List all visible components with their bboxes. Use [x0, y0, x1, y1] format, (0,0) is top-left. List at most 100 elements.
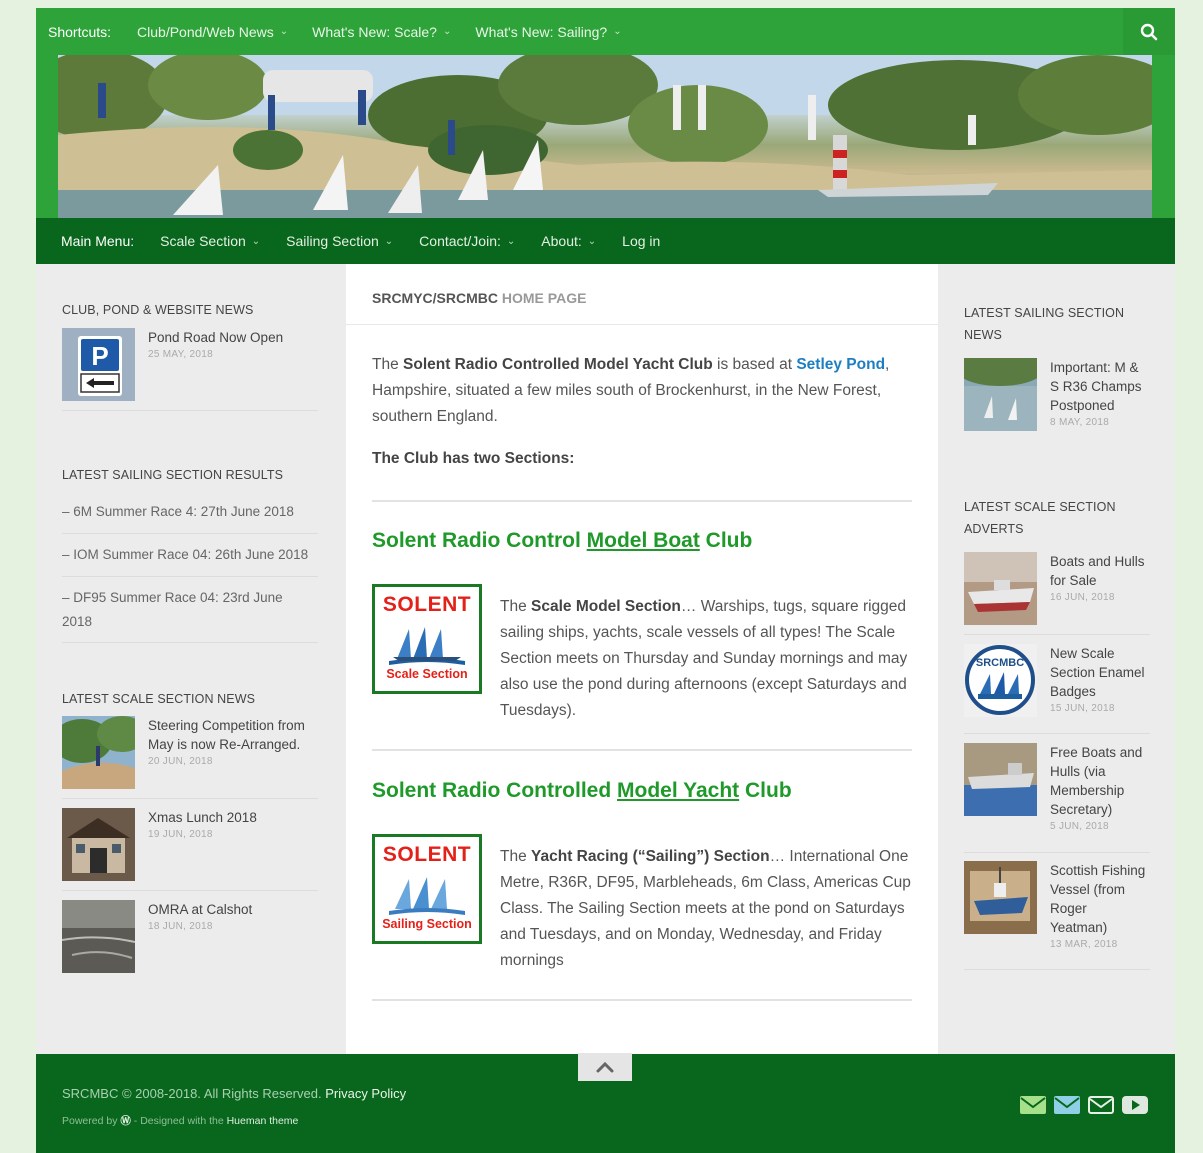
svg-text:P: P	[91, 341, 108, 371]
svg-text:SRCMBC: SRCMBC	[976, 657, 1024, 669]
chevron-down-icon: ⌄	[506, 235, 516, 247]
shortcut-whats-new-scale[interactable]: What's New: Scale? ⌄	[312, 24, 451, 40]
post-title-cont[interactable]: S R36 Champs	[1050, 377, 1142, 396]
list-item[interactable]: – DF95 Summer Race 04: 23rd June 2018	[62, 586, 283, 634]
club-name: Solent Radio Controlled Model Yacht Club	[403, 356, 713, 373]
result-link[interactable]: – 6M Summer Race 4: 27th June 2018	[62, 504, 294, 519]
menu-sailing-section-label[interactable]: Sailing Section	[286, 233, 379, 249]
menu-contact-join-label[interactable]: Contact/Join:	[419, 233, 501, 249]
post-title[interactable]: Pond Road Now Open	[148, 328, 283, 347]
result-link[interactable]: – DF95 Summer Race 04: 23rd June	[62, 586, 283, 610]
fishing-vessel-photo-icon	[964, 861, 1037, 934]
heading-text: Club	[699, 529, 753, 552]
widget-title-sailing-news: LATEST SAILING SECTION NEWS	[964, 302, 1124, 346]
post-title-cont[interactable]: Vessel (from	[1050, 880, 1145, 899]
list-item[interactable]: Xmas Lunch 2018 19 JUN, 2018	[62, 808, 257, 881]
chevron-down-icon: ⌄	[384, 235, 394, 247]
email-icon[interactable]	[1019, 1094, 1047, 1116]
shortcut-club-news[interactable]: Club/Pond/Web News ⌄	[137, 24, 288, 40]
widget-title-line: ADVERTS	[964, 522, 1024, 536]
menu-scale-section[interactable]: Scale Section ⌄	[160, 233, 260, 249]
email-icon[interactable]	[1053, 1094, 1081, 1116]
list-item[interactable]: – IOM Summer Race 04: 26th June 2018	[62, 543, 308, 567]
menu-log-in-label[interactable]: Log in	[622, 233, 660, 249]
post-title-cont[interactable]: Roger	[1050, 899, 1145, 918]
post-title-cont[interactable]: May is now Re-Arranged.	[148, 735, 305, 754]
post-title[interactable]: Free Boats and	[1050, 743, 1142, 762]
shortcut-whats-new-sailing[interactable]: What's New: Sailing? ⌄	[475, 24, 621, 40]
shortcut-club-news-label[interactable]: Club/Pond/Web News	[137, 24, 274, 40]
menu-scale-section-label[interactable]: Scale Section	[160, 233, 246, 249]
post-thumbnail[interactable]	[964, 552, 1037, 625]
list-item[interactable]: Free Boats and Hulls (via Membership Sec…	[964, 743, 1142, 832]
intro-text: is based at	[712, 356, 797, 373]
privacy-policy-link[interactable]: Privacy Policy	[325, 1086, 406, 1101]
post-thumbnail[interactable]	[62, 808, 135, 881]
post-title-cont[interactable]: for Sale	[1050, 571, 1145, 590]
post-thumbnail[interactable]	[52, 716, 147, 789]
post-title[interactable]: Boats and Hulls	[1050, 552, 1145, 571]
list-item[interactable]: Important: M & S R36 Champs Postponed 8 …	[955, 350, 1142, 431]
post-thumbnail[interactable]	[955, 350, 1045, 431]
post-title-cont[interactable]: Yeatman)	[1050, 918, 1145, 937]
list-item[interactable]: OMRA at Calshot 18 JUN, 2018	[61, 900, 252, 973]
list-item[interactable]: – 6M Summer Race 4: 27th June 2018	[62, 500, 294, 524]
post-title[interactable]: Xmas Lunch 2018	[148, 808, 257, 827]
post-thumbnail[interactable]	[61, 900, 136, 973]
breadcrumb: SRCMYC/SRCMBC HOME PAGE	[372, 290, 586, 306]
shortcut-whats-new-scale-label[interactable]: What's New: Scale?	[312, 24, 437, 40]
wordpress-icon[interactable]: Ⓦ	[120, 1115, 131, 1127]
post-title-cont[interactable]: Membership	[1050, 781, 1142, 800]
chevron-down-icon: ⌄	[587, 235, 597, 247]
post-title[interactable]: New Scale	[1050, 644, 1145, 663]
breadcrumb-site[interactable]: SRCMYC/SRCMBC	[372, 290, 498, 306]
header-banner-image[interactable]	[58, 55, 1152, 218]
post-date: 25 MAY, 2018	[148, 349, 213, 360]
list-item[interactable]: Steering Competition from May is now Re-…	[52, 716, 305, 789]
list-item[interactable]: P Pond Road Now Open 25 MAY, 2018	[62, 328, 283, 401]
menu-about-label[interactable]: About:	[541, 233, 581, 249]
menu-sailing-section[interactable]: Sailing Section ⌄	[286, 233, 393, 249]
chevron-down-icon: ⌄	[442, 26, 452, 37]
search-button[interactable]	[1123, 8, 1175, 55]
post-title-cont[interactable]: Section Enamel	[1050, 663, 1145, 682]
back-to-top-button[interactable]	[578, 1053, 632, 1081]
divider	[964, 733, 1150, 734]
post-thumbnail[interactable]	[964, 861, 1037, 934]
post-thumbnail[interactable]: P	[62, 328, 135, 401]
list-item[interactable]: SRCMBC New Scale Section Enamel Badges 1…	[964, 644, 1145, 717]
hueman-theme-link[interactable]: Hueman theme	[227, 1115, 299, 1127]
post-title[interactable]: Important: M &	[1050, 358, 1142, 377]
menu-about[interactable]: About: ⌄	[541, 233, 596, 249]
list-item[interactable]: Scottish Fishing Vessel (from Roger Yeat…	[964, 861, 1145, 950]
chevron-down-icon: ⌄	[279, 26, 289, 37]
post-title[interactable]: OMRA at Calshot	[148, 900, 252, 919]
model-yacht-link[interactable]: Model Yacht	[617, 779, 739, 802]
left-sidebar: CLUB, POND & WEBSITE NEWS P Pond Road No…	[36, 264, 346, 1054]
search-icon[interactable]	[1140, 23, 1158, 41]
post-title[interactable]: Steering Competition from	[148, 716, 305, 735]
email-outline-icon[interactable]	[1087, 1094, 1115, 1116]
menu-contact-join[interactable]: Contact/Join: ⌄	[419, 233, 515, 249]
building-photo-icon	[62, 808, 135, 881]
post-thumbnail[interactable]	[964, 743, 1037, 816]
youtube-icon[interactable]	[1121, 1094, 1149, 1116]
post-title-cont[interactable]: Hulls (via	[1050, 762, 1142, 781]
heading-text: Solent Radio Control	[372, 529, 587, 552]
post-title[interactable]: Scottish Fishing	[1050, 861, 1145, 880]
divider	[62, 576, 318, 577]
model-boat-link[interactable]: Model Boat	[587, 529, 700, 552]
list-item[interactable]: Boats and Hulls for Sale 16 JUN, 2018	[964, 552, 1145, 625]
main-menu-label: Main Menu:	[61, 233, 135, 249]
result-link[interactable]: – IOM Summer Race 04: 26th June 2018	[62, 547, 308, 562]
post-title-cont[interactable]: Postponed	[1050, 396, 1142, 415]
menu-log-in[interactable]: Log in	[622, 233, 660, 249]
post-thumbnail[interactable]: SRCMBC	[964, 644, 1037, 717]
setley-pond-link[interactable]: Setley Pond	[796, 356, 885, 373]
post-title-cont[interactable]: Secretary)	[1050, 800, 1142, 819]
yacht-club-heading: Solent Radio Controlled Model Yacht Club	[372, 779, 792, 803]
chevron-up-icon[interactable]	[596, 1061, 614, 1073]
post-title-cont[interactable]: Badges	[1050, 682, 1145, 701]
shortcut-whats-new-sailing-label[interactable]: What's New: Sailing?	[475, 24, 607, 40]
result-link-cont[interactable]: 2018	[62, 610, 283, 634]
